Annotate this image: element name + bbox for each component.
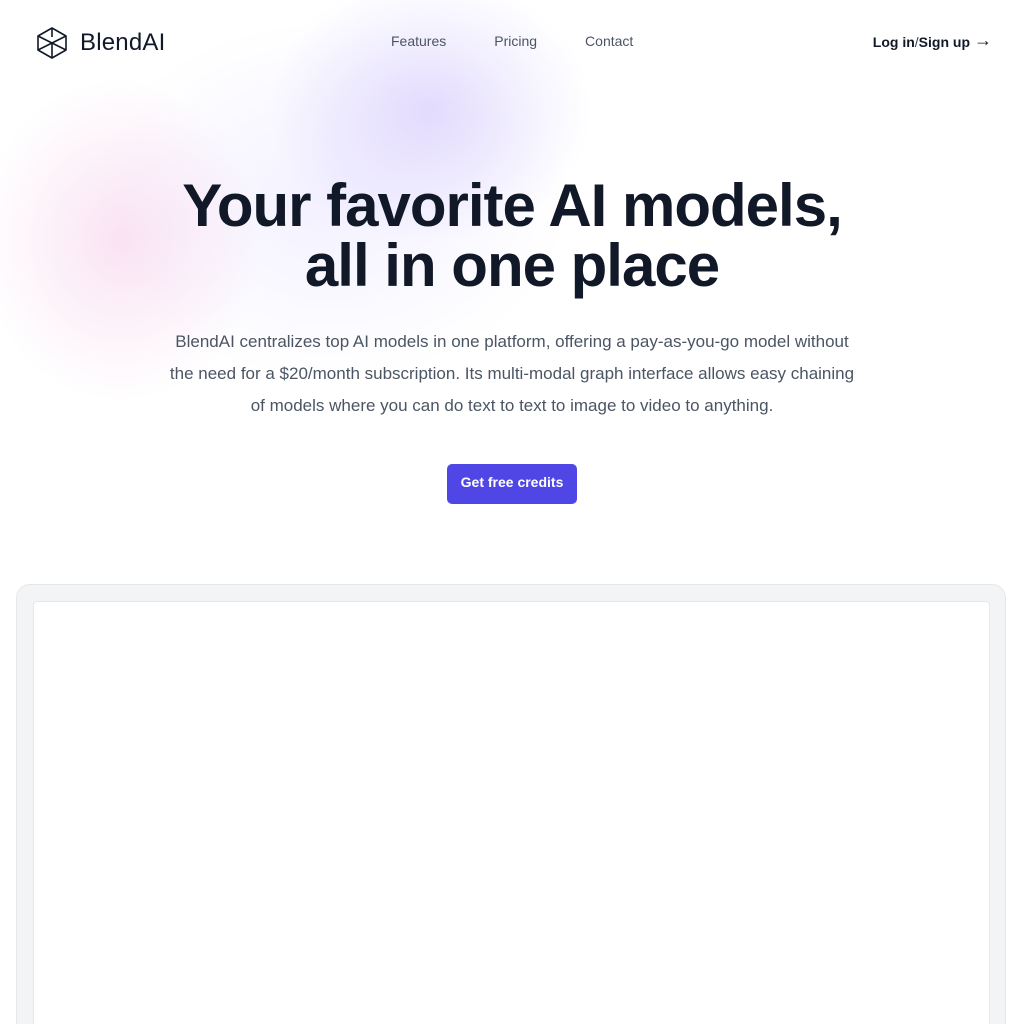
- hero-title-line-2: all in one place: [304, 232, 720, 299]
- hero-description: BlendAI centralizes top AI models in one…: [169, 332, 855, 415]
- cube-icon: [36, 26, 68, 60]
- hero-title: Your favorite AI models, all in one plac…: [0, 176, 1024, 296]
- nav-pricing-link[interactable]: Pricing: [494, 33, 537, 49]
- login-link[interactable]: Log in: [873, 34, 915, 50]
- app-preview-canvas: [33, 601, 990, 1024]
- nav-features-link[interactable]: Features: [391, 33, 446, 49]
- get-free-credits-button[interactable]: Get free credits: [447, 464, 577, 504]
- site-header: BlendAI Features Pricing Contact Log in …: [0, 0, 1024, 84]
- app-preview-frame: [16, 584, 1006, 1024]
- landing-page: BlendAI Features Pricing Contact Log in …: [0, 0, 1024, 1024]
- main-nav: Features Pricing Contact: [391, 33, 633, 49]
- nav-contact-link[interactable]: Contact: [585, 33, 633, 49]
- auth-links: Log in / Sign up →: [873, 30, 992, 52]
- signup-link[interactable]: Sign up: [919, 34, 970, 50]
- brand-name: BlendAI: [80, 29, 166, 56]
- brand-logo[interactable]: BlendAI: [36, 26, 165, 60]
- arrow-right-icon: →: [974, 30, 992, 50]
- hero-title-line-1: Your favorite AI models,: [182, 172, 842, 239]
